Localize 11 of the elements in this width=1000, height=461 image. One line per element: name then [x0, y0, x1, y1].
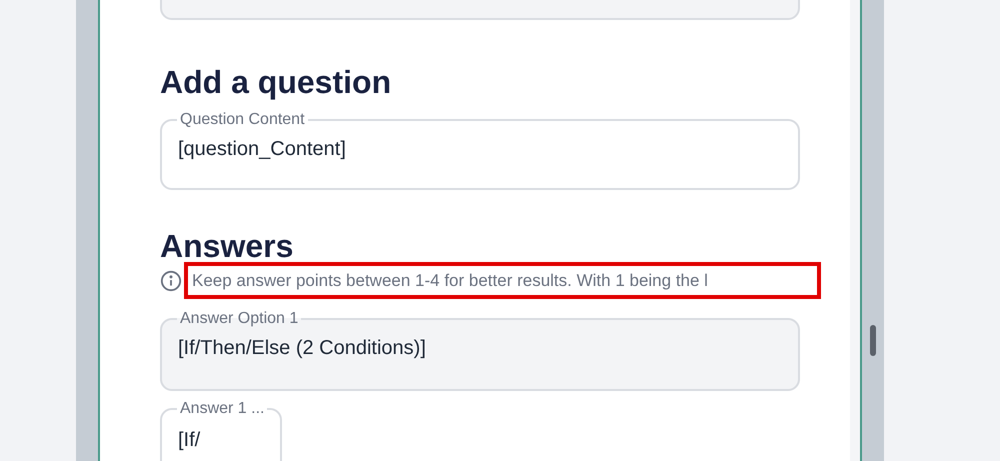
section-heading: Answers	[160, 227, 294, 266]
hint-text: Keep answer points between 1-4 for better results. With 1 being the l	[192, 270, 708, 292]
field-value: [question_Content]	[178, 137, 347, 162]
field-value: [If/Then/Else (2 Conditions)]	[178, 336, 427, 361]
field-label: Answer 1 ...	[179, 399, 266, 419]
field-label: Answer Option 1	[179, 309, 300, 329]
section-heading: Add a question	[160, 63, 392, 102]
scrollbar-thumb[interactable]	[870, 325, 876, 356]
field-value: [If/	[178, 428, 202, 453]
field-label: Question Content	[179, 110, 306, 130]
info-icon	[160, 270, 182, 292]
